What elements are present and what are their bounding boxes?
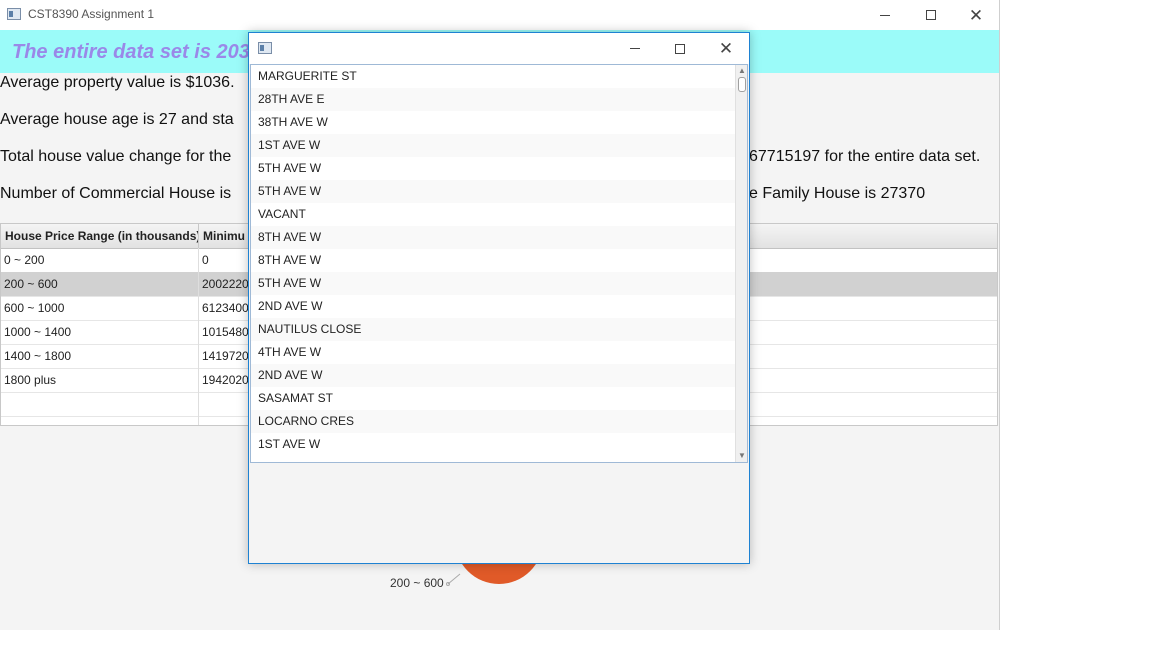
column-header-price-range[interactable]: House Price Range (in thousands) <box>1 224 199 248</box>
close-icon: ✕ <box>718 39 734 58</box>
list-item[interactable]: 1ST AVE W <box>251 433 735 456</box>
list-item[interactable]: 2ND AVE W <box>251 364 735 387</box>
table-cell-minimum: 61234000 <box>202 301 249 315</box>
close-button[interactable]: ✕ <box>953 0 999 30</box>
minimize-icon <box>880 14 890 16</box>
table-cell-range: 200 ~ 600 <box>4 277 58 291</box>
list-item[interactable]: 5TH AVE W <box>251 272 735 295</box>
table-cell-minimum: 10154800 <box>202 325 249 339</box>
list-item[interactable]: MARGUERITE ST <box>251 65 735 88</box>
column-divider <box>198 248 199 425</box>
list-item[interactable]: 8TH AVE W <box>251 249 735 272</box>
pie-label: 200 ~ 600 <box>390 576 444 590</box>
scroll-down-icon[interactable]: ▼ <box>736 450 747 462</box>
table-cell-range: 0 ~ 200 <box>4 253 45 267</box>
maximize-icon <box>926 10 936 20</box>
dialog-maximize-button[interactable] <box>657 33 703 64</box>
list-vertical-scrollbar[interactable]: ▲ ▼ <box>735 65 747 462</box>
app-window-icon <box>258 42 272 54</box>
main-titlebar[interactable]: CST8390 Assignment 1 ✕ <box>0 0 999 30</box>
dialog-minimize-button[interactable] <box>612 33 658 64</box>
stat-average-age: Average house age is 27 and sta <box>0 111 234 128</box>
list-item[interactable]: 28TH AVE E <box>251 88 735 111</box>
list-item[interactable]: 5TH AVE W <box>251 180 735 203</box>
stat-total-change: Total house value change for the <box>0 148 232 165</box>
list-item[interactable]: 1ST AVE W <box>251 134 735 157</box>
dialog-titlebar[interactable]: ✕ <box>249 33 749 64</box>
list-item[interactable]: VACANT <box>251 203 735 226</box>
minimize-icon <box>630 48 640 49</box>
list-item[interactable]: 2ND AVE W <box>251 295 735 318</box>
list-item[interactable]: 4TH AVE W <box>251 341 735 364</box>
window-title: CST8390 Assignment 1 <box>28 7 155 21</box>
street-list[interactable]: MARGUERITE ST 28TH AVE E 38TH AVE W 1ST … <box>250 64 748 463</box>
table-cell-minimum: 19420200 <box>202 373 249 387</box>
stat-family-count: e Family House is 27370 <box>749 185 926 202</box>
street-list-dialog: ✕ MARGUERITE ST 28TH AVE E 38TH AVE W 1S… <box>248 32 750 564</box>
dialog-close-button[interactable]: ✕ <box>703 33 749 64</box>
maximize-button[interactable] <box>908 0 954 30</box>
list-item[interactable]: 5TH AVE W <box>251 157 735 180</box>
table-cell-range: 600 ~ 1000 <box>4 301 65 315</box>
maximize-icon <box>675 43 685 54</box>
app-window-icon <box>7 8 21 20</box>
list-item[interactable]: 8TH AVE W <box>251 226 735 249</box>
table-cell-minimum: 20022200 <box>202 277 249 291</box>
close-icon: ✕ <box>968 5 984 25</box>
stat-commercial-count: Number of Commercial House is <box>0 185 232 202</box>
banner-text: The entire data set is 203 <box>12 41 250 63</box>
minimize-button[interactable] <box>862 0 908 30</box>
list-item[interactable]: SASAMAT ST <box>251 387 735 410</box>
table-cell-range: 1000 ~ 1400 <box>4 325 72 339</box>
stat-average-value: Average property value is $1036. <box>0 74 235 91</box>
pie-leader-line <box>446 573 461 586</box>
scroll-up-icon[interactable]: ▲ <box>736 65 747 77</box>
table-cell-minimum: 14197200 <box>202 349 249 363</box>
table-cell-range: 1800 plus <box>4 373 57 387</box>
scroll-thumb[interactable] <box>738 77 746 92</box>
list-item[interactable]: LOCARNO CRES <box>251 410 735 433</box>
stat-total-change-tail: 67715197 for the entire data set. <box>749 148 981 165</box>
list-item[interactable]: NAUTILUS CLOSE <box>251 318 735 341</box>
list-item[interactable]: 38TH AVE W <box>251 111 735 134</box>
table-cell-range: 1400 ~ 1800 <box>4 349 72 363</box>
